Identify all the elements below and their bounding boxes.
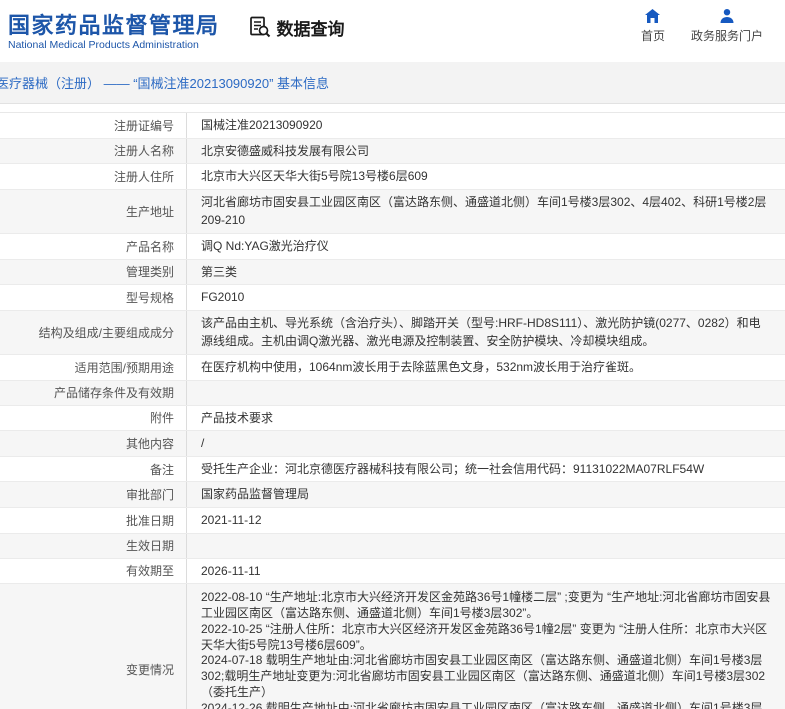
page-header: 国家药品监督管理局 National Medical Products Admi…: [0, 0, 785, 62]
row-value: 第三类: [201, 264, 238, 279]
row-value: 2022-08-10 “生产地址:北京市大兴经济开发区金苑路36号1幢楼二层” …: [201, 590, 771, 709]
row-value: 产品技术要求: [201, 410, 274, 425]
table-row: 注册人住所 北京市大兴区天华大街5号院13号楼6层609: [0, 164, 785, 190]
row-value: 受托生产企业：河北京德医疗器械科技有限公司；统一社会信用代码：91131022M…: [201, 461, 705, 476]
row-value: 北京安德盛威科技发展有限公司: [201, 143, 370, 158]
table-row-change-history: 变更情况 2022-08-10 “生产地址:北京市大兴经济开发区金苑路36号1幢…: [0, 584, 785, 709]
table-row: 产品储存条件及有效期: [0, 380, 785, 406]
table-row: 生产地址 河北省廊坊市固安县工业园区南区（富达路东侧、通盛道北侧）车间1号楼3层…: [0, 189, 785, 234]
row-label: 产品储存条件及有效期: [0, 380, 187, 405]
data-query-tab[interactable]: 数据查询: [248, 15, 345, 40]
row-label: 变更情况: [0, 584, 187, 709]
nmpa-logo[interactable]: 国家药品监督管理局 National Medical Products Admi…: [8, 13, 220, 51]
top-nav: 首页 政务服务门户: [641, 8, 763, 44]
data-query-label: 数据查询: [276, 19, 345, 39]
home-icon: [644, 8, 661, 24]
row-label: 批准日期: [0, 507, 187, 533]
row-value: FG2010: [201, 290, 245, 305]
row-label: 注册证编号: [0, 113, 187, 138]
row-value: 在医疗机构中使用，1064nm波长用于去除蓝黑色文身，532nm波长用于治疗雀斑…: [201, 359, 642, 374]
table-row: 产品名称 调Q Nd:YAG激光治疗仪: [0, 233, 785, 260]
registration-info-table: 注册证编号 国械注准20213090920 注册人名称 北京安德盛威科技发展有限…: [0, 112, 785, 709]
spacer: [0, 104, 785, 112]
nav-home[interactable]: 首页: [641, 8, 665, 44]
row-value: 2021-11-12: [201, 512, 262, 527]
row-value: 河北省廊坊市固安县工业园区南区（富达路东侧、通盛道北侧）车间1号楼3层302、4…: [201, 194, 767, 228]
row-label: 生效日期: [0, 533, 187, 558]
row-label: 注册人住所: [0, 164, 187, 189]
row-value: [187, 381, 785, 405]
row-label: 产品名称: [0, 233, 187, 259]
table-row: 附件 产品技术要求: [0, 405, 785, 432]
row-value: [187, 534, 785, 558]
row-value: 国家药品监督管理局: [201, 487, 310, 502]
nav-portal-label: 政务服务门户: [690, 29, 763, 43]
user-icon: [719, 8, 735, 24]
row-value: /: [201, 436, 205, 451]
table-row: 管理类别 第三类: [0, 259, 785, 286]
table-row: 生效日期: [0, 533, 785, 559]
table-row: 备注 受托生产企业：河北京德医疗器械科技有限公司；统一社会信用代码：911310…: [0, 456, 785, 483]
row-label: 适用范围/预期用途: [0, 354, 187, 380]
row-value: 北京市大兴区天华大街5号院13号楼6层609: [201, 169, 428, 184]
nav-portal[interactable]: 政务服务门户: [691, 8, 763, 44]
row-label: 有效期至: [0, 558, 187, 584]
table-row: 型号规格 FG2010: [0, 285, 785, 311]
document-search-icon: [248, 15, 272, 39]
table-row: 有效期至 2026-11-11: [0, 558, 785, 585]
row-label: 审批部门: [0, 482, 187, 507]
logo-title: 国家药品监督管理局: [8, 12, 220, 38]
row-label: 型号规格: [0, 285, 187, 310]
row-label: 附件: [0, 405, 187, 431]
table-row: 其他内容 /: [0, 431, 785, 457]
breadcrumb-bar: 医疗器械（注册） —— “国械注准20213090920” 基本信息: [0, 62, 785, 104]
logo-subtitle: National Medical Products Administration: [8, 39, 199, 52]
breadcrumb: 医疗器械（注册） —— “国械注准20213090920” 基本信息: [0, 76, 330, 91]
table-row: 注册人名称 北京安德盛威科技发展有限公司: [0, 138, 785, 165]
table-row: 结构及组成/主要组成成分 该产品由主机、导光系统（含治疗头）、脚踏开关（型号:H…: [0, 310, 785, 355]
table-row: 适用范围/预期用途 在医疗机构中使用，1064nm波长用于去除蓝黑色文身，532…: [0, 354, 785, 381]
row-label: 生产地址: [0, 189, 187, 233]
row-value: 该产品由主机、导光系统（含治疗头）、脚踏开关（型号:HRF-HD8S111）、激…: [201, 315, 761, 349]
row-label: 管理类别: [0, 259, 187, 285]
nav-home-label: 首页: [640, 29, 665, 43]
row-label: 注册人名称: [0, 138, 187, 164]
table-row: 批准日期 2021-11-12: [0, 507, 785, 534]
row-label: 其他内容: [0, 431, 187, 456]
row-label: 结构及组成/主要组成成分: [0, 310, 187, 354]
table-row: 注册证编号 国械注准20213090920: [0, 113, 785, 139]
row-value: 2026-11-11: [201, 563, 261, 578]
row-value: 国械注准20213090920: [201, 118, 323, 132]
row-label: 备注: [0, 456, 187, 482]
table-row: 审批部门 国家药品监督管理局: [0, 482, 785, 508]
row-value: 调Q Nd:YAG激光治疗仪: [201, 238, 329, 253]
